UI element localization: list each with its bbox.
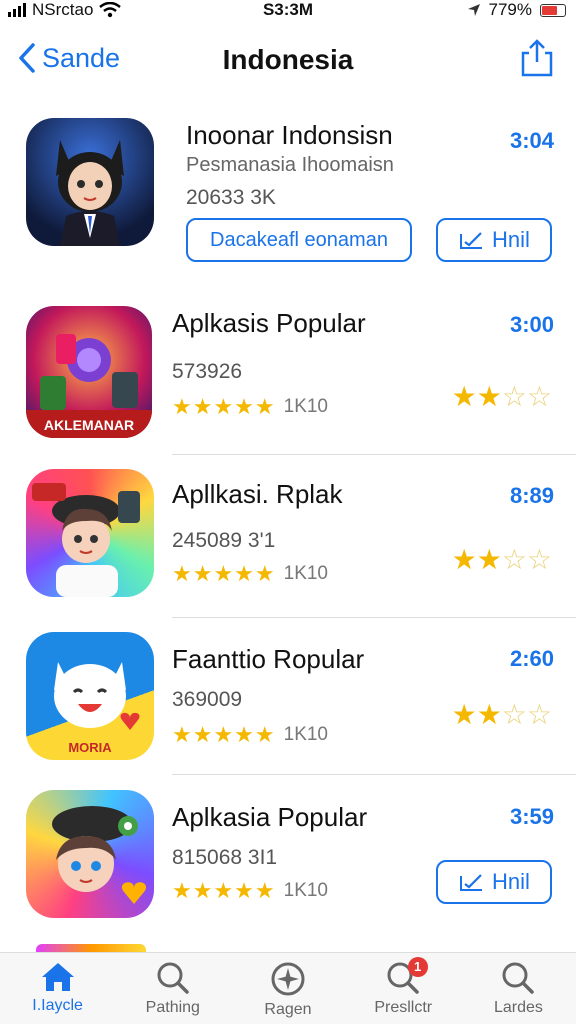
- tab-label: I.Iaycle: [32, 997, 83, 1014]
- search-icon: [157, 962, 189, 994]
- svg-text:AKLEMANAR: AKLEMANAR: [44, 417, 134, 433]
- list-item[interactable]: Inoonar Indonsisn Pesmanasia Ihoomaisn 2…: [0, 110, 576, 280]
- tab-label: Presllctr: [374, 999, 433, 1016]
- rating-stars: ★★★★★: [172, 394, 276, 419]
- app-icon: AKLEMANAR: [26, 306, 152, 438]
- app-time: 3:00: [509, 312, 554, 337]
- checkmark-icon: [460, 874, 483, 891]
- rating-row: ★★★★★ 1K10: [172, 394, 328, 420]
- rating-label: 1K10: [283, 396, 328, 417]
- search-icon: [502, 962, 535, 994]
- app-time: 3:59: [509, 804, 554, 829]
- compass-icon: [271, 962, 305, 996]
- app-name: Aplkasia Popular: [172, 802, 368, 832]
- list-item[interactable]: Apllkasi. Rplak 245089 3'1 ★★★★★ 1K10 8:…: [0, 465, 576, 620]
- list-item[interactable]: MORIA Faanttio Ropular 369009 ★★★★★ 1K10…: [0, 628, 576, 778]
- app-time: 3:04: [509, 128, 554, 153]
- app-icon: [26, 790, 154, 918]
- character-illustration: [56, 140, 124, 246]
- app-icon: [36, 944, 146, 952]
- tab-updates[interactable]: 1 Presllctr: [346, 953, 461, 1024]
- star-rating: ★★☆☆: [451, 699, 552, 730]
- status-right: 779%: [467, 0, 566, 20]
- tab-search[interactable]: Pathing: [115, 953, 230, 1024]
- checkmark-icon: [460, 232, 483, 249]
- tab-label: Pathing: [145, 999, 200, 1016]
- list-item[interactable]: AKLEMANAR Aplkasis Popular 573926 ★★★★★ …: [0, 300, 576, 455]
- battery-percent: 779%: [488, 0, 532, 19]
- star-rating: ★★☆☆: [451, 544, 552, 575]
- rating-label: 1K10: [283, 563, 328, 584]
- get-label: Hnil: [492, 869, 530, 894]
- app-detail-button[interactable]: Dacakeafl eonaman: [186, 218, 412, 262]
- app-icon: MORIA: [26, 632, 154, 760]
- cat-illustration: MORIA: [34, 662, 146, 756]
- star-rating: ★★☆☆: [451, 381, 552, 412]
- app-icon: [26, 469, 154, 597]
- get-button[interactable]: Hnil: [436, 860, 552, 904]
- app-count: 573926: [172, 360, 243, 383]
- app-name: Inoonar Indonsisn: [186, 120, 393, 150]
- character-illustration: [52, 806, 147, 904]
- share-icon[interactable]: [520, 38, 554, 78]
- list-item[interactable]: Aplkasia Popular 815068 3I1 ★★★★★ 1K10 3…: [0, 786, 576, 936]
- tab-label: Lardes: [493, 999, 543, 1016]
- character-illustration: [32, 483, 140, 597]
- rating-row: ★★★★★ 1K10: [172, 722, 328, 748]
- status-bar: NSrctao S3:3M 779%: [0, 0, 576, 22]
- svg-text:MORIA: MORIA: [68, 740, 112, 755]
- page-title: Indonesia: [222, 44, 354, 75]
- tab-label: Ragen: [264, 1001, 312, 1018]
- app-count: 20633 3K: [186, 186, 276, 209]
- navigation-bar: Sande Indonesia: [0, 30, 576, 90]
- rating-label: 1K10: [283, 880, 328, 901]
- notification-badge: 1: [407, 957, 428, 977]
- app-time: 8:89: [509, 483, 554, 508]
- app-subtitle: Pesmanasia Ihoomaisn: [186, 154, 394, 176]
- get-button[interactable]: Hnil: [436, 218, 552, 262]
- divider: [172, 454, 576, 455]
- tab-explore[interactable]: Ragen: [230, 953, 345, 1024]
- battery-icon: [540, 3, 566, 17]
- app-name: Aplkasis Popular: [172, 308, 366, 338]
- app-count: 815068 3I1: [172, 846, 278, 869]
- rating-label: 1K10: [283, 724, 328, 745]
- tab-more[interactable]: Lardes: [461, 953, 576, 1024]
- app-artwork: AKLEMANAR: [26, 334, 152, 438]
- rating-row: ★★★★★ 1K10: [172, 878, 328, 904]
- rating-row: ★★★★★ 1K10: [172, 561, 328, 587]
- app-icon: [26, 118, 154, 246]
- rating-stars: ★★★★★: [172, 561, 276, 586]
- location-icon: [467, 4, 480, 16]
- tab-bar: I.Iaycle Pathing Ragen 1 Presllctr Larde…: [0, 952, 576, 1024]
- divider: [172, 617, 576, 618]
- rating-stars: ★★★★★: [172, 722, 276, 747]
- app-count: 245089 3'1: [172, 529, 276, 552]
- app-name: Faanttio Ropular: [172, 644, 365, 674]
- rating-stars: ★★★★★: [172, 878, 276, 903]
- app-time: 2:60: [509, 646, 554, 671]
- get-label: Hnil: [492, 227, 530, 252]
- app-count: 369009: [172, 688, 243, 711]
- tab-home[interactable]: I.Iaycle: [0, 953, 115, 1024]
- divider: [172, 774, 576, 775]
- home-icon: [41, 963, 74, 991]
- app-name: Apllkasi. Rplak: [172, 479, 343, 509]
